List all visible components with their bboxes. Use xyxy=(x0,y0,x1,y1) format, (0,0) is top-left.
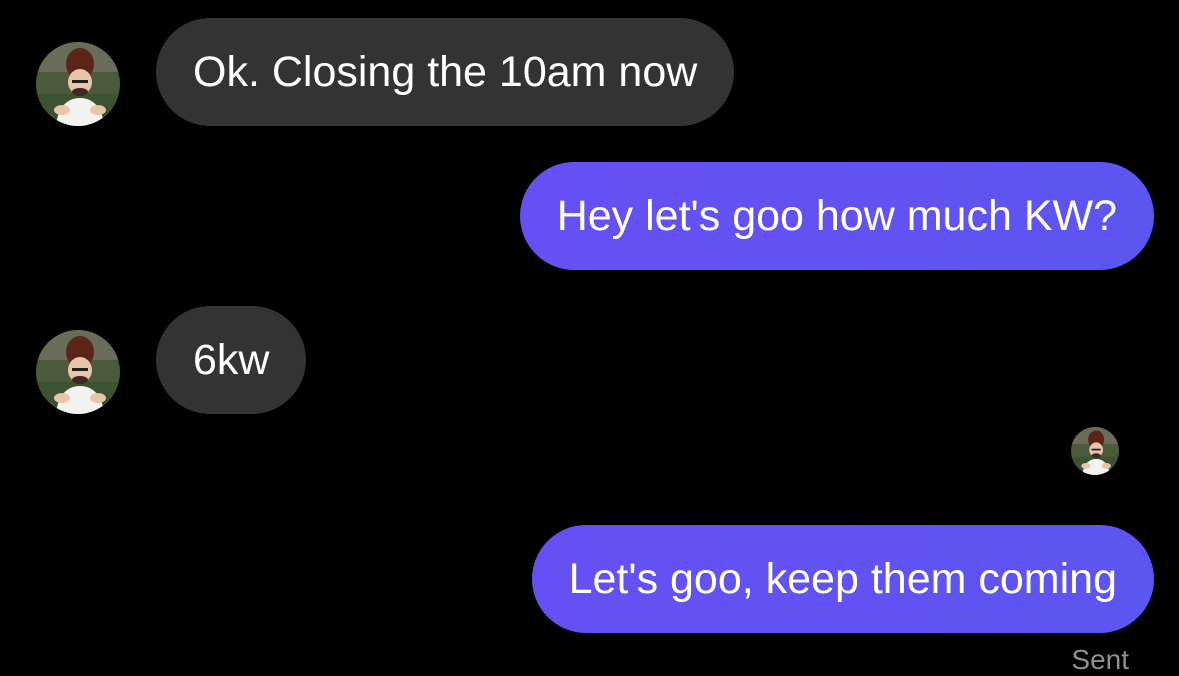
read-receipt-avatar-icon xyxy=(1071,427,1119,475)
message-bubble-outgoing[interactable]: Let's goo, keep them coming xyxy=(531,525,1154,633)
delivery-status: Sent xyxy=(1071,644,1129,675)
message-bubble-outgoing[interactable]: Hey let's goo how much KW? xyxy=(519,162,1154,270)
message-thread: Ok. Closing the 10am now Hey let's goo h… xyxy=(0,0,1179,675)
contact-avatar-icon[interactable] xyxy=(36,42,120,126)
message-bubble-incoming[interactable]: Ok. Closing the 10am now xyxy=(156,18,735,126)
message-bubble-incoming[interactable]: 6kw xyxy=(156,306,307,414)
contact-avatar-icon[interactable] xyxy=(36,330,120,414)
